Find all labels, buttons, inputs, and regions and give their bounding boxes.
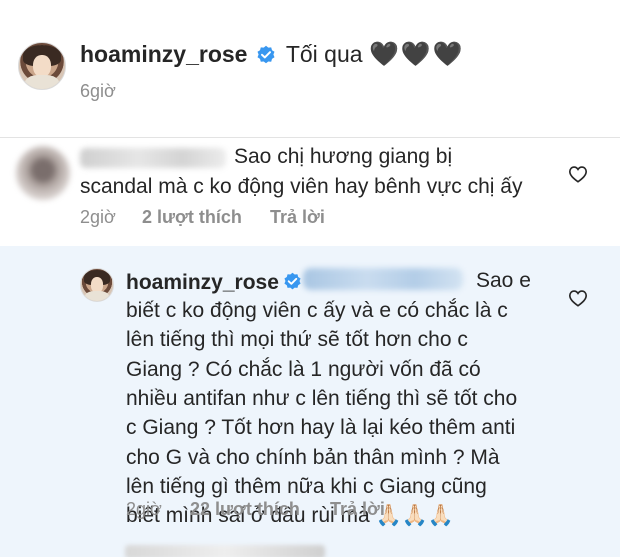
reply-text-line4: Giang ? Có chắc là 1 người vốn đã có [126, 357, 481, 381]
post-caption: hoaminzy_rose Tối qua 🖤🖤🖤 6giờ [0, 0, 620, 138]
caption-username[interactable]: hoaminzy_rose [80, 41, 247, 67]
caption-line: hoaminzy_rose Tối qua 🖤🖤🖤 [80, 40, 465, 69]
next-comment-preview [125, 545, 325, 557]
comment-likes-link[interactable]: 2 lượt thích [142, 207, 242, 228]
reply-username-link[interactable]: hoaminzy_rose [126, 271, 279, 294]
reply-text-line5: nhiều antifan như c lên tiếng thì sẽ tốt… [126, 386, 518, 410]
avatar[interactable] [16, 146, 70, 200]
reply-reply-button[interactable]: Trả lời [330, 499, 385, 520]
blurred-mention[interactable] [303, 268, 463, 290]
heart-outline-icon[interactable] [568, 165, 588, 183]
reply-text-line1: Sao e [476, 269, 531, 292]
avatar[interactable] [80, 268, 114, 302]
reply-text-line2: biết c ko động viên c ấy và e có chắc là… [126, 299, 508, 322]
caption-text: Tối qua [285, 41, 363, 67]
reply-text-line3: lên tiếng thì mọi thứ sẽ tốt hơn cho c [126, 328, 468, 352]
reply-text-line6: c Giang ? Tốt hơn hay là lại kéo thêm an… [126, 416, 516, 440]
reply-text-line8: lên tiếng gì thêm nữa khi c Giang cũng [126, 474, 487, 498]
reply-time: 2giờ [126, 499, 162, 519]
reply-username: hoaminzy_rose [126, 268, 279, 298]
comment-reply-button[interactable]: Trả lời [270, 207, 325, 228]
black-hearts-emoji: 🖤🖤🖤 [368, 41, 465, 68]
heart-outline-icon[interactable] [568, 289, 588, 307]
reply-likes-link[interactable]: 22 lượt thích [190, 499, 300, 520]
verified-badge-icon [256, 44, 276, 64]
reply-text-line7: cho G và cho chính bản thân mình ? Mà [126, 445, 500, 469]
blurred-username[interactable] [80, 148, 226, 168]
comment-text-line1: Sao chị hương giang bị [234, 145, 453, 168]
verified-badge-icon [283, 272, 302, 291]
comment-time: 2giờ [80, 207, 116, 227]
comment-text-line2: scandal mà c ko động viên hay bênh vực c… [80, 175, 523, 198]
avatar[interactable] [18, 42, 66, 90]
caption-time: 6giờ [80, 81, 116, 101]
